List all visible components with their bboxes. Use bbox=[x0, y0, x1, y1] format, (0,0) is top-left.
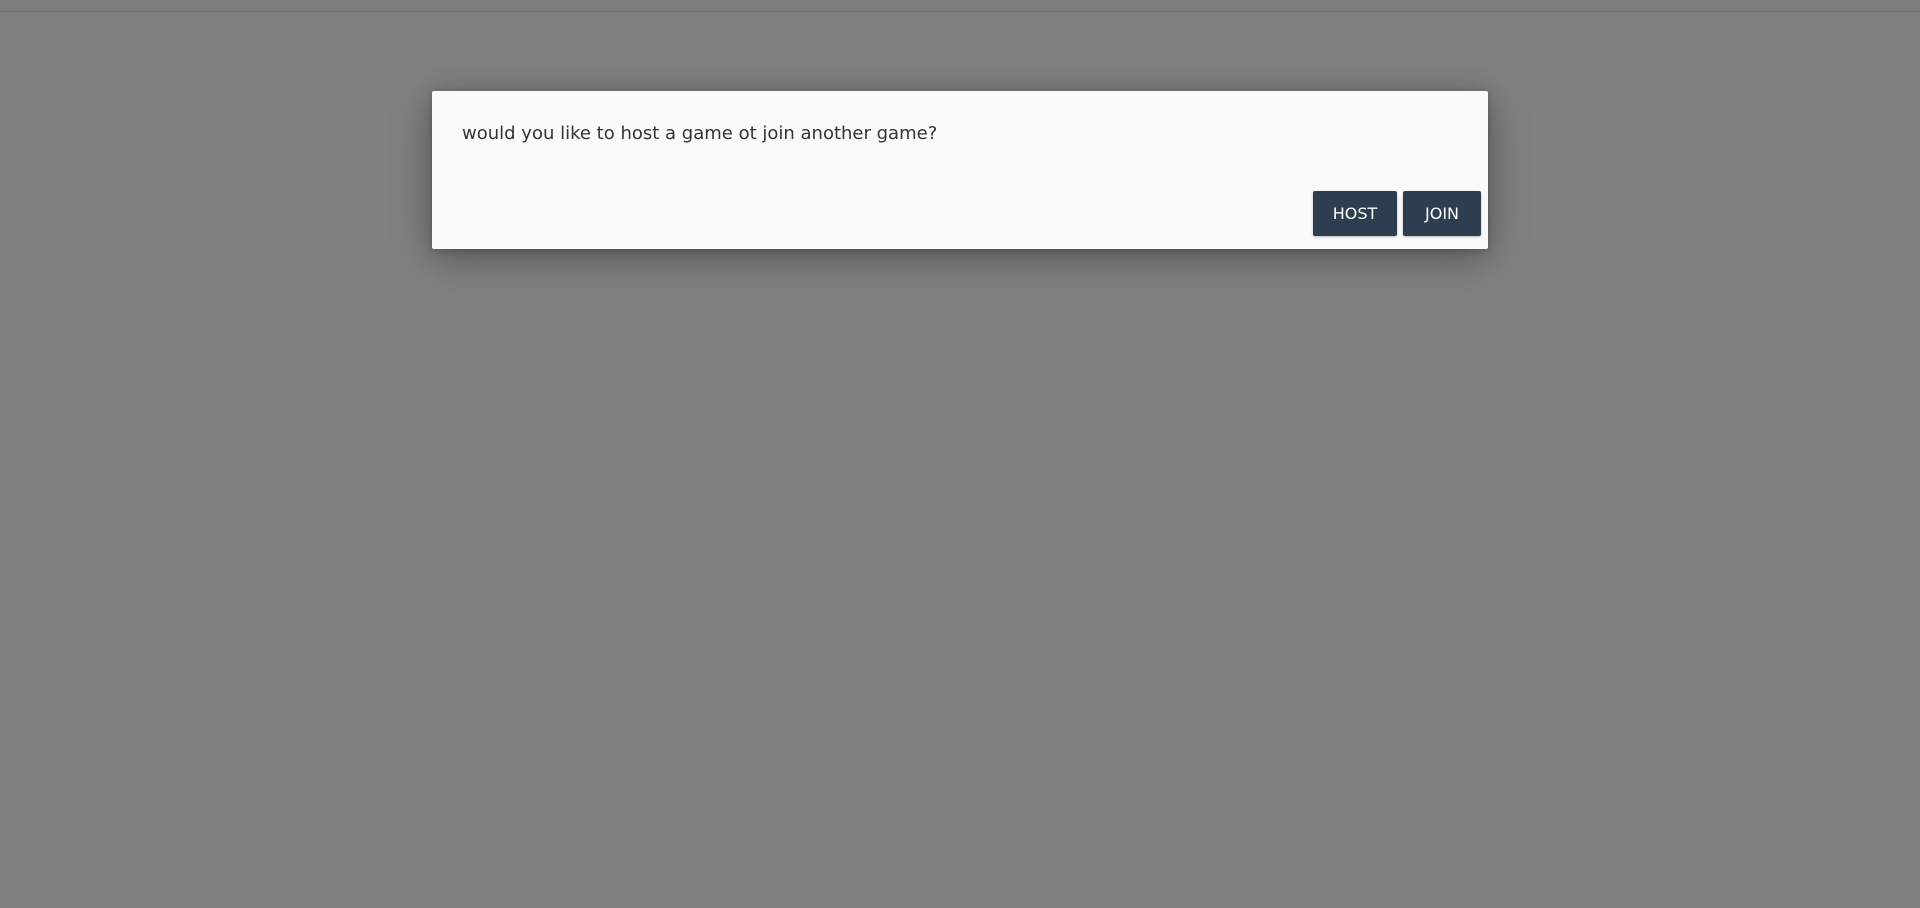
dialog-message: would you like to host a game ot join an… bbox=[462, 123, 938, 144]
host-button[interactable]: HOST bbox=[1313, 191, 1397, 236]
dialog-actions: HOST JOIN bbox=[1313, 191, 1481, 236]
join-button[interactable]: JOIN bbox=[1403, 191, 1481, 236]
top-bar bbox=[0, 0, 1920, 12]
host-join-dialog: would you like to host a game ot join an… bbox=[432, 91, 1488, 249]
